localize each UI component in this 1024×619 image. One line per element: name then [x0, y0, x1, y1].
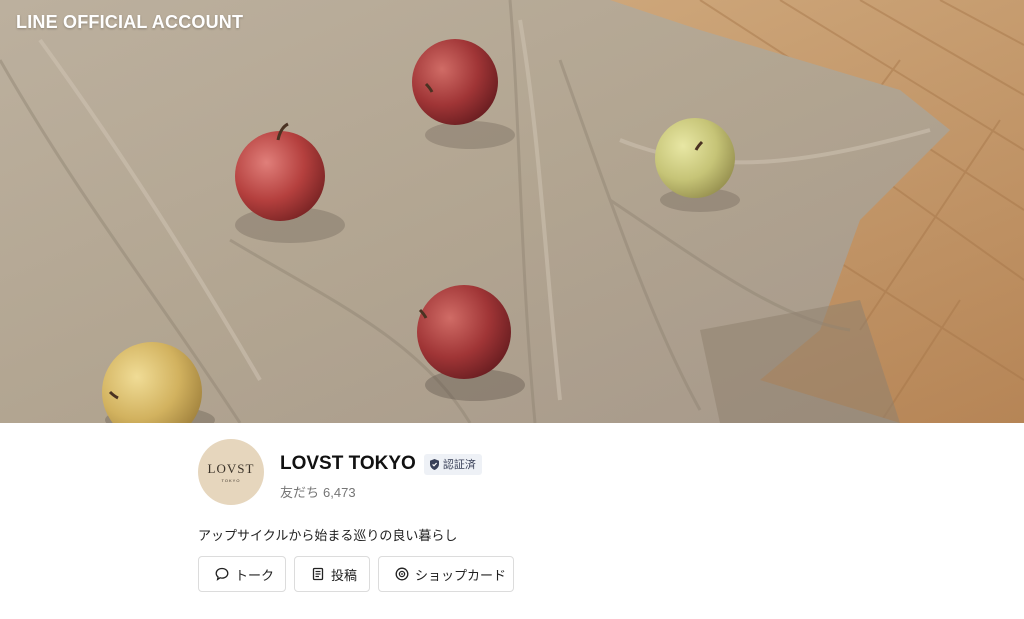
posts-button[interactable]: 投稿 — [294, 556, 370, 592]
line-official-account-page: LINE OFFICIAL ACCOUNT LOVST TOKYO LOVST … — [0, 0, 1024, 619]
avatar-logo-subtext: TOKYO — [221, 477, 241, 483]
talk-button-label: トーク — [235, 567, 275, 583]
target-icon — [395, 567, 409, 581]
shield-icon — [429, 458, 439, 470]
apple-red-3 — [417, 285, 511, 379]
friends-count-value: 6,473 — [323, 485, 356, 500]
friends-label: 友だち — [280, 485, 320, 500]
cover-image — [0, 0, 1024, 423]
apple-red-2 — [412, 39, 498, 125]
shop-card-button[interactable]: ショップカード — [378, 556, 514, 592]
talk-button[interactable]: トーク — [198, 556, 286, 592]
verified-badge: 認証済 — [423, 453, 482, 475]
document-icon — [311, 567, 325, 581]
posts-button-label: 投稿 — [331, 567, 358, 583]
friends-count: 友だち 6,473 — [280, 482, 356, 501]
verified-label: 認証済 — [442, 459, 476, 471]
apple-green — [655, 118, 735, 198]
avatar-logo-text: LOVST — [207, 460, 255, 476]
avatar[interactable]: LOVST TOKYO — [198, 439, 264, 505]
action-buttons: トーク 投稿 ショップカード — [198, 556, 514, 592]
account-name: LOVST TOKYO — [280, 453, 416, 474]
speech-bubble-icon — [215, 567, 229, 581]
line-official-account-logo[interactable]: LINE OFFICIAL ACCOUNT — [16, 12, 243, 33]
name-row: LOVST TOKYO 認証済 — [280, 453, 482, 475]
shop-card-button-label: ショップカード — [415, 567, 507, 583]
account-description: アップサイクルから始まる巡りの良い暮らし — [198, 528, 458, 543]
cover-photo: LINE OFFICIAL ACCOUNT — [0, 0, 1024, 423]
